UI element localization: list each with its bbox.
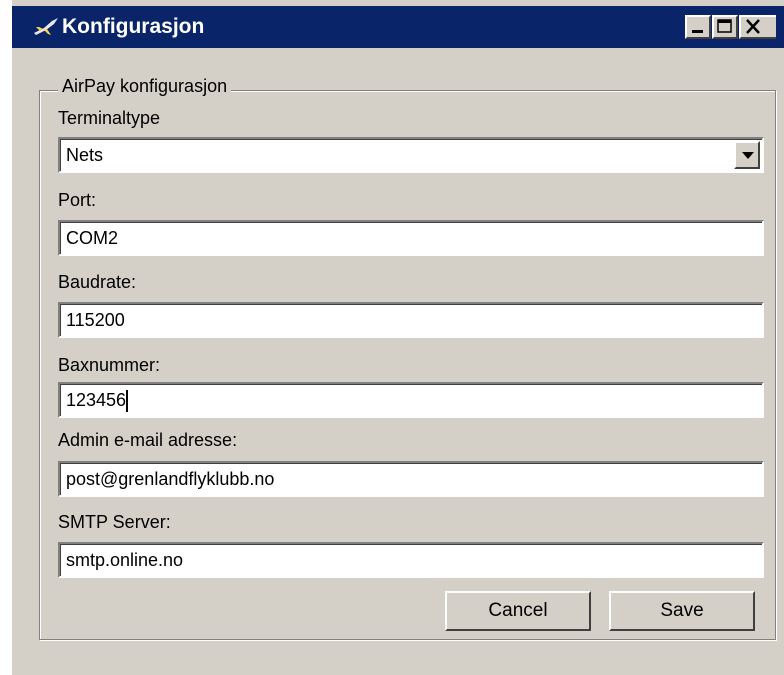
maximize-icon — [717, 19, 732, 33]
cancel-button[interactable]: Cancel — [445, 591, 591, 631]
terminaltype-label: Terminaltype — [58, 108, 161, 128]
admin-email-input[interactable]: post@grenlandflyklubb.no — [58, 461, 764, 497]
terminaltype-value: Nets — [66, 145, 104, 165]
chevron-down-icon — [742, 152, 754, 159]
dropdown-button[interactable] — [734, 141, 760, 169]
port-value: COM2 — [66, 228, 119, 248]
admin-email-value: post@grenlandflyklubb.no — [66, 469, 275, 489]
close-icon — [746, 19, 760, 34]
save-button[interactable]: Save — [609, 591, 755, 631]
group-legend: AirPay konfigurasjon — [58, 76, 232, 97]
admin-email-label: Admin e-mail adresse: — [58, 430, 238, 450]
smtp-server-value: smtp.online.no — [66, 550, 184, 570]
baudrate-input[interactable]: 115200 — [58, 302, 764, 338]
baudrate-label: Baudrate: — [58, 272, 137, 292]
baudrate-value: 115200 — [66, 310, 125, 330]
config-window: Konfigurasjon AirPay konfigurasjon Termi… — [10, 0, 784, 675]
minimize-button[interactable] — [685, 15, 711, 39]
baxnummer-input[interactable]: 123456 — [58, 382, 764, 418]
maximize-button[interactable] — [712, 15, 738, 39]
text-caret — [126, 390, 129, 413]
smtp-server-input[interactable]: smtp.online.no — [58, 542, 764, 578]
baxnummer-value: 123456 — [66, 390, 127, 410]
port-label: Port: — [58, 190, 97, 210]
baxnummer-label: Baxnummer: — [58, 355, 161, 375]
plane-icon — [34, 18, 58, 35]
port-input[interactable]: COM2 — [58, 220, 764, 256]
title-bar[interactable]: Konfigurasjon — [12, 6, 784, 48]
window-title: Konfigurasjon — [62, 15, 205, 38]
minimize-icon — [692, 30, 703, 33]
smtp-server-label: SMTP Server: — [58, 512, 171, 532]
close-button[interactable] — [739, 15, 776, 39]
terminaltype-select[interactable]: Nets — [58, 137, 764, 173]
